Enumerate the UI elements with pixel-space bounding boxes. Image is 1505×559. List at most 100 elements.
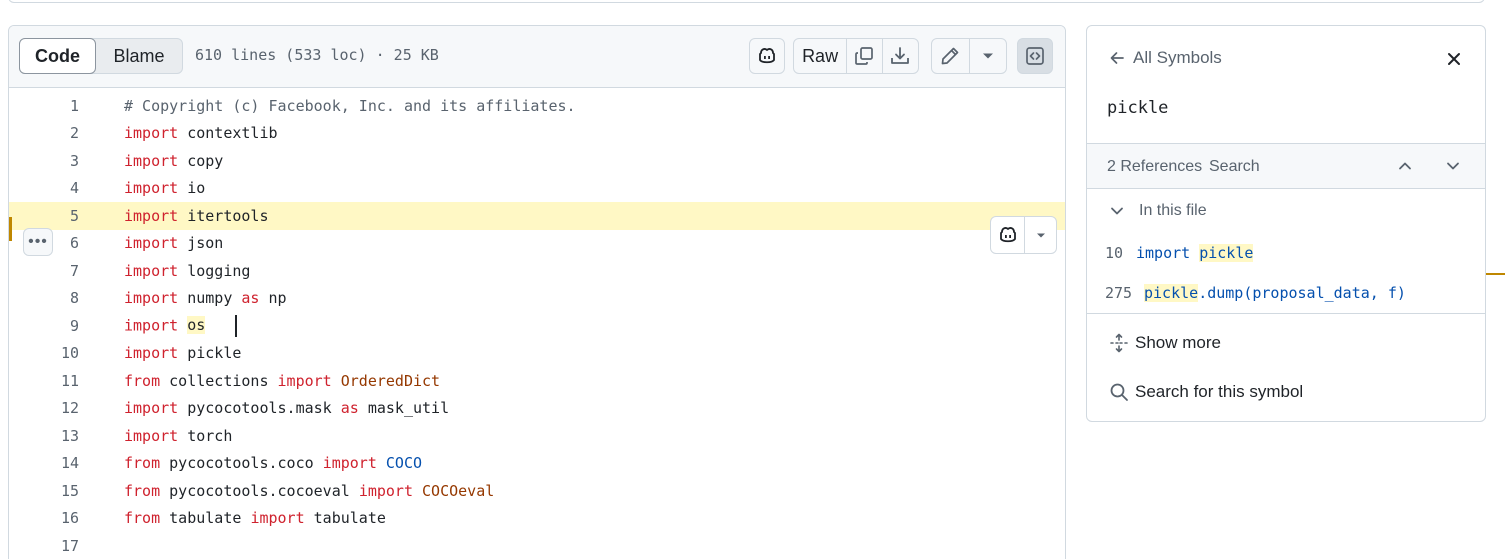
code-line[interactable]: 17 [9, 532, 1065, 559]
edit-file-button[interactable] [932, 39, 970, 73]
download-icon [891, 47, 910, 64]
line-code: import contextlib [124, 124, 278, 142]
code-token: import [250, 509, 305, 528]
reference-code: import pickle [1136, 244, 1254, 262]
inline-copilot-button[interactable] [991, 217, 1025, 253]
line-number[interactable]: 5 [9, 207, 79, 225]
copilot-button[interactable] [749, 38, 785, 74]
in-this-file-toggle[interactable]: In this file [1109, 202, 1207, 220]
code-token: contextlib [178, 124, 278, 143]
symbols-panel: All Symbols pickle 2 References Search I… [1086, 25, 1486, 422]
reference-match: pickle [1144, 284, 1199, 302]
code-line[interactable]: 7 import logging [9, 257, 1065, 285]
code-line[interactable]: 12 import pycocotools.mask as mask_util [9, 395, 1065, 423]
chevron-down-icon [1447, 162, 1459, 170]
code-token: from [124, 509, 161, 528]
code-square-icon [1026, 47, 1044, 65]
code-line[interactable]: 15 from pycocotools.cocoeval import COCOe… [9, 477, 1065, 505]
chevron-up-icon [1399, 162, 1411, 170]
code-token: as [340, 399, 359, 418]
line-number[interactable]: 1 [9, 97, 79, 115]
code-line[interactable]: 11 from collections import OrderedDict [9, 367, 1065, 395]
next-reference-button[interactable] [1443, 156, 1463, 176]
code-line[interactable]: 9 import os [9, 312, 1065, 340]
line-number[interactable]: 4 [9, 179, 79, 197]
raw-button[interactable]: Raw [794, 39, 848, 73]
code-token: import [124, 344, 179, 363]
code-token: from [124, 454, 161, 473]
symbol-name: pickle [1107, 98, 1169, 118]
code-token: import [124, 179, 179, 198]
code-line[interactable]: 4 import io [9, 175, 1065, 203]
line-number[interactable]: 2 [9, 124, 79, 142]
previous-reference-button[interactable] [1395, 156, 1415, 176]
all-symbols-link[interactable]: All Symbols [1109, 48, 1222, 68]
file-info: 610 lines (533 loc) · 25 KB [195, 46, 439, 64]
line-code: import pycocotools.mask as mask_util [124, 399, 449, 417]
all-symbols-label: All Symbols [1133, 48, 1222, 67]
code-token: itertools [178, 206, 269, 225]
search-symbol-button[interactable]: Search for this symbol [1109, 382, 1303, 402]
line-number[interactable]: 15 [9, 482, 79, 500]
line-number[interactable]: 8 [9, 289, 79, 307]
code-line[interactable]: 16 from tabulate import tabulate [9, 505, 1065, 533]
code-token: torch [178, 426, 233, 445]
line-number[interactable]: 14 [9, 454, 79, 472]
code-token: tabulate [160, 509, 251, 528]
in-this-file-label: In this file [1139, 202, 1207, 219]
edit-options-button[interactable] [970, 39, 1007, 73]
more-dots-icon: ••• [28, 233, 48, 250]
line-change-marker [9, 217, 12, 241]
references-search-link[interactable]: Search [1209, 158, 1260, 176]
line-number[interactable]: 12 [9, 399, 79, 417]
line-code: from pycocotools.cocoeval import COCOeva… [124, 482, 494, 500]
symbols-panel-toggle[interactable] [1017, 38, 1053, 74]
code-tab[interactable]: Code [19, 38, 96, 74]
code-line[interactable]: 8 import numpy as np [9, 285, 1065, 313]
line-number[interactable]: 17 [9, 537, 79, 555]
blame-tab[interactable]: Blame [96, 39, 182, 73]
reference-item[interactable]: 10 import pickle [1087, 239, 1485, 267]
show-more-button[interactable]: Show more [1109, 333, 1221, 353]
code-line[interactable]: 2 import contextlib [9, 120, 1065, 148]
code-token: import [124, 206, 179, 225]
line-number[interactable]: 11 [9, 372, 79, 390]
line-code: from collections import OrderedDict [124, 372, 440, 390]
code-token: import [322, 454, 377, 473]
code-line[interactable]: 6 import json [9, 230, 1065, 258]
code-line[interactable]: 3 import copy [9, 147, 1065, 175]
code-line[interactable]: 13 import torch [9, 422, 1065, 450]
reference-item[interactable]: 275 pickle.dump(proposal_data, f) [1087, 279, 1485, 307]
code-token: os [187, 316, 206, 335]
line-number[interactable]: 16 [9, 509, 79, 527]
line-code: import itertools [124, 207, 269, 225]
inline-copilot-options-button[interactable] [1025, 217, 1056, 253]
code-line[interactable]: 1 # Copyright (c) Facebook, Inc. and its … [9, 92, 1065, 120]
line-number[interactable]: 13 [9, 427, 79, 445]
code-line[interactable]: 10 import pickle [9, 340, 1065, 368]
download-button[interactable] [883, 39, 918, 73]
code-token: io [178, 179, 206, 198]
code-line[interactable]: 5 import itertools [9, 202, 1065, 230]
reference-line-number: 275 [1105, 284, 1133, 302]
line-options-button[interactable]: ••• [23, 228, 53, 256]
copilot-icon [999, 227, 1016, 243]
caret-down-icon [1036, 233, 1045, 237]
chevron-down-icon [1111, 207, 1123, 215]
arrow-left-icon [1110, 52, 1124, 64]
close-symbols-button[interactable] [1443, 48, 1465, 70]
copy-raw-button[interactable] [847, 39, 883, 73]
reference-line-number: 10 [1105, 244, 1124, 262]
line-number[interactable]: 7 [9, 262, 79, 280]
line-code: import numpy as np [124, 289, 287, 307]
search-symbol-label: Search for this symbol [1135, 382, 1304, 401]
code-view-panel: Code Blame 610 lines (533 loc) · 25 KB R… [8, 25, 1066, 559]
line-number[interactable]: 9 [9, 317, 79, 335]
line-number[interactable]: 3 [9, 152, 79, 170]
line-code: from tabulate import tabulate [124, 509, 386, 527]
code-token: COCOeval [422, 481, 495, 500]
line-number[interactable]: 10 [9, 344, 79, 362]
reference-match: pickle [1199, 244, 1254, 262]
code-line[interactable]: 14 from pycocotools.coco import COCO [9, 450, 1065, 478]
